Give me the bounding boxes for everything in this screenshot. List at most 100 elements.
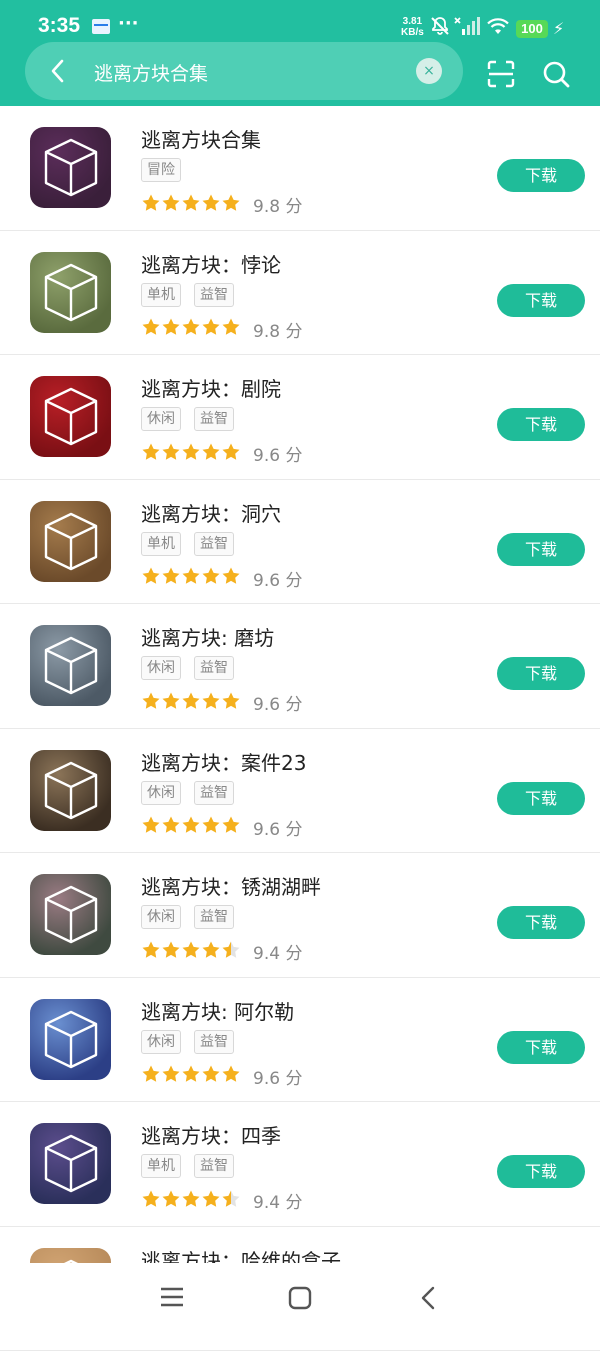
app-title: 逃离方块：案件23 — [141, 747, 306, 776]
app-icon[interactable] — [30, 501, 111, 582]
category-tag: 益智 — [194, 1030, 234, 1054]
rating-score: 9.6 分 — [253, 441, 302, 466]
back-arrow-icon[interactable] — [46, 58, 70, 84]
star-icon — [141, 193, 161, 213]
download-button[interactable]: 下载 — [497, 284, 585, 317]
category-tag: 益智 — [194, 283, 234, 307]
list-item[interactable]: 逃离方块：洞穴单机益智9.6 分下载 — [0, 480, 600, 605]
star-icon — [221, 815, 241, 835]
star-icon — [221, 442, 241, 462]
tag-group: 休闲益智 — [141, 1030, 247, 1054]
star-icon — [141, 317, 161, 337]
list-item[interactable]: 逃离方块：四季单机益智9.4 分下载 — [0, 1102, 600, 1227]
app-title: 逃离方块：锈湖湖畔 — [141, 871, 321, 900]
app-title: 逃离方块: 阿尔勒 — [141, 996, 294, 1025]
app-icon[interactable] — [30, 999, 111, 1080]
recent-apps-icon[interactable] — [160, 1286, 184, 1308]
download-button[interactable]: 下载 — [497, 1031, 585, 1064]
app-icon[interactable] — [30, 127, 111, 208]
star-rating — [141, 1064, 241, 1084]
download-button[interactable]: 下载 — [497, 657, 585, 690]
status-time: 3:35 — [38, 14, 80, 38]
more-notifications-icon: ··· — [118, 13, 139, 34]
rating-score-unit: 分 — [280, 820, 302, 840]
category-tag: 益智 — [194, 1154, 234, 1178]
rating-score: 9.4 分 — [253, 1188, 302, 1213]
download-button[interactable]: 下载 — [497, 533, 585, 566]
download-button[interactable]: 下载 — [497, 906, 585, 939]
category-tag: 单机 — [141, 283, 181, 307]
clear-search-icon[interactable]: × — [416, 58, 442, 84]
star-rating — [141, 690, 241, 710]
category-tag: 益智 — [194, 905, 234, 929]
star-icon — [141, 566, 161, 586]
nav-back-icon[interactable] — [418, 1285, 438, 1311]
app-header: 3:35 ··· 3.81 KB/s 100 ⚡ × — [0, 0, 600, 106]
category-tag: 休闲 — [141, 1030, 181, 1054]
download-button[interactable]: 下载 — [497, 1155, 585, 1188]
rating-score-unit: 分 — [280, 446, 302, 466]
home-icon[interactable] — [288, 1286, 312, 1310]
star-icon — [141, 1064, 161, 1084]
rating-score-unit: 分 — [280, 197, 302, 217]
star-icon — [161, 193, 181, 213]
rating-score-value: 9.4 — [253, 1193, 280, 1213]
rating-score-value: 9.4 — [253, 944, 280, 964]
star-icon — [181, 1064, 201, 1084]
star-rating — [141, 1188, 241, 1208]
scan-icon[interactable] — [487, 60, 515, 88]
category-tag: 休闲 — [141, 905, 181, 929]
star-icon — [161, 317, 181, 337]
list-item[interactable]: 逃离方块合集冒险9.8 分下载 — [0, 106, 600, 231]
list-item[interactable]: 逃离方块: 阿尔勒休闲益智9.6 分下载 — [0, 978, 600, 1103]
list-item[interactable]: 逃离方块: 磨坊休闲益智9.6 分下载 — [0, 604, 600, 729]
star-icon — [181, 193, 201, 213]
list-item[interactable]: 逃离方块：剧院休闲益智9.6 分下载 — [0, 355, 600, 480]
list-item[interactable]: 逃离方块：锈湖湖畔休闲益智 9.4 分 下载 — [0, 853, 600, 978]
star-icon — [161, 940, 181, 960]
star-icon — [201, 815, 221, 835]
star-icon — [181, 691, 201, 711]
cube-icon — [42, 1133, 100, 1195]
download-button[interactable]: 下载 — [497, 782, 585, 815]
star-icon — [161, 566, 181, 586]
app-icon[interactable] — [30, 376, 111, 457]
star-rating — [141, 192, 241, 212]
search-input[interactable] — [94, 58, 394, 86]
charging-icon: ⚡ — [553, 19, 564, 38]
star-icon — [161, 1189, 181, 1209]
app-icon[interactable] — [30, 252, 111, 333]
star-icon — [161, 815, 181, 835]
app-icon[interactable] — [30, 874, 111, 955]
star-icon — [201, 1189, 221, 1209]
rating-score-unit: 分 — [280, 571, 302, 591]
category-tag: 休闲 — [141, 781, 181, 805]
signal-icon — [454, 16, 480, 36]
app-icon[interactable] — [30, 750, 111, 831]
app-title: 逃离方块：洞穴 — [141, 498, 281, 527]
tag-group: 单机益智 — [141, 1154, 247, 1178]
app-icon[interactable] — [30, 1123, 111, 1204]
star-icon — [201, 566, 221, 586]
rating-score-value: 9.8 — [253, 197, 280, 217]
star-icon — [221, 566, 241, 586]
search-icon[interactable] — [542, 60, 570, 88]
rating-score-value: 9.6 — [253, 1069, 280, 1089]
app-title: 逃离方块: 磨坊 — [141, 622, 274, 651]
wifi-icon — [486, 17, 510, 35]
list-item[interactable]: 逃离方块：悖论单机益智9.8 分下载 — [0, 231, 600, 356]
app-title: 逃离方块：悖论 — [141, 249, 281, 278]
star-rating — [141, 317, 241, 337]
app-icon[interactable] — [30, 625, 111, 706]
cube-icon — [42, 386, 100, 448]
category-tag: 益智 — [194, 656, 234, 680]
rating-score: 9.6 分 — [253, 566, 302, 591]
rating-score-unit: 分 — [280, 944, 302, 964]
download-button[interactable]: 下载 — [497, 408, 585, 441]
download-button[interactable]: 下载 — [497, 159, 585, 192]
cube-icon — [42, 884, 100, 946]
tag-group: 休闲益智 — [141, 781, 247, 805]
list-item[interactable]: 逃离方块：案件23休闲益智9.6 分下载 — [0, 729, 600, 854]
rating-score-unit: 分 — [280, 695, 302, 715]
category-tag: 益智 — [194, 781, 234, 805]
